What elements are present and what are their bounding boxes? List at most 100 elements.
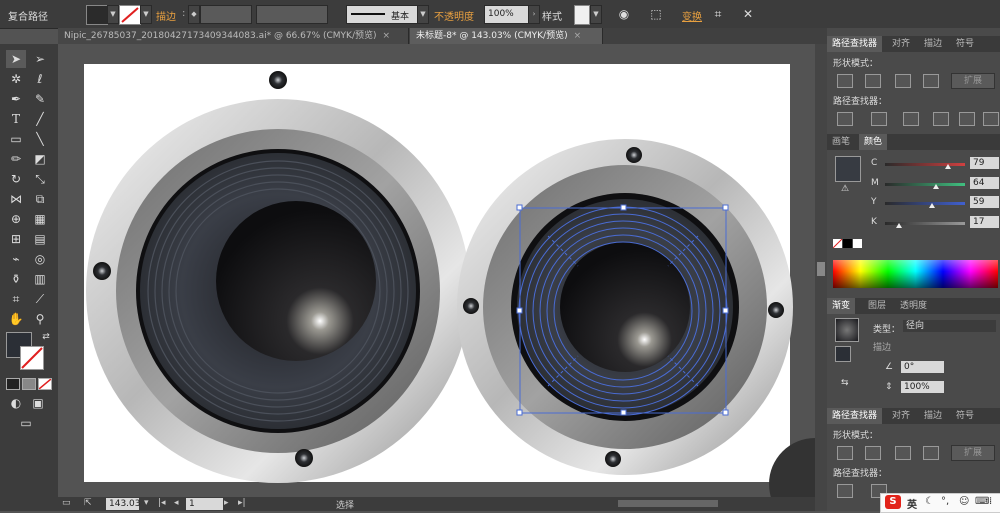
- tab-stroke[interactable]: 描边: [919, 36, 947, 52]
- recolor-icon[interactable]: ◉: [614, 5, 634, 23]
- minus-back-icon[interactable]: [983, 112, 999, 126]
- type-tool-icon[interactable]: T: [6, 110, 26, 128]
- grid-icon[interactable]: ⁞: [989, 496, 992, 507]
- scroll-thumb[interactable]: [817, 262, 825, 276]
- black-swatch[interactable]: [843, 239, 852, 248]
- horizontal-scrollbar[interactable]: [618, 500, 718, 507]
- intersect-icon[interactable]: [895, 74, 911, 88]
- clip-icon[interactable]: ✕: [738, 5, 758, 23]
- stroke-dropdown-arrow[interactable]: ▼: [140, 5, 152, 24]
- speaker-artwork[interactable]: [58, 44, 815, 497]
- tab-layers[interactable]: 图层: [863, 298, 891, 314]
- width-tool-icon[interactable]: ⋈: [6, 190, 26, 208]
- fill-swatch[interactable]: [86, 5, 108, 25]
- tab-document-1[interactable]: Nipic_26785037_20180427173409344083.ai* …: [58, 28, 409, 44]
- brush-style-arrow[interactable]: ▼: [417, 5, 429, 24]
- transform-link[interactable]: 变换: [682, 8, 702, 23]
- first-page-icon[interactable]: |◂: [158, 498, 166, 508]
- gradient-type-dropdown[interactable]: 径向: [903, 320, 996, 332]
- hand-tool-icon[interactable]: ✋: [6, 310, 26, 328]
- tab-pathfinder[interactable]: 路径查找器: [827, 36, 883, 52]
- angle-field[interactable]: 0°: [901, 361, 944, 373]
- ime-language[interactable]: 英: [907, 496, 917, 511]
- tab-gradient[interactable]: 渐变: [827, 298, 856, 314]
- magenta-slider[interactable]: M 64: [871, 177, 999, 190]
- fill-dropdown-arrow[interactable]: ▼: [107, 5, 119, 24]
- artboard-nav-icon[interactable]: ▭: [62, 498, 71, 508]
- magic-wand-tool-icon[interactable]: ✲: [6, 70, 26, 88]
- tab-pathfinder-2[interactable]: 路径查找器: [827, 408, 883, 424]
- scale-tool-icon[interactable]: ⤡: [30, 170, 50, 188]
- blend-tool-icon[interactable]: ◎: [30, 250, 50, 268]
- gradient-tool-icon[interactable]: ▤: [30, 230, 50, 248]
- stroke-color-box[interactable]: [20, 346, 44, 370]
- tab-brushes[interactable]: 画笔: [827, 134, 855, 150]
- color-mode-icon[interactable]: [6, 378, 20, 390]
- opacity-arrow[interactable]: ›: [528, 5, 540, 24]
- large-speaker[interactable]: [86, 71, 470, 483]
- rotate-tool-icon[interactable]: ↻: [6, 170, 26, 188]
- line-tool-icon[interactable]: ╱: [30, 110, 50, 128]
- rectangle-tool-icon[interactable]: ▭: [6, 130, 26, 148]
- small-speaker[interactable]: [457, 139, 793, 475]
- gamut-warning-icon[interactable]: ⚠: [841, 184, 849, 194]
- export-icon[interactable]: ⇱: [84, 498, 92, 508]
- merge-icon[interactable]: [903, 112, 919, 126]
- minus-front-icon[interactable]: [865, 446, 881, 460]
- close-icon[interactable]: ×: [574, 31, 582, 41]
- screen-mode-icon[interactable]: ▣: [28, 394, 48, 412]
- vertical-scrollbar[interactable]: [815, 44, 827, 511]
- eyedropper-tool-icon[interactable]: ⌁: [6, 250, 26, 268]
- last-page-icon[interactable]: ▸|: [238, 498, 246, 508]
- zoom-field[interactable]: 143.03: [106, 498, 141, 510]
- selection-tool-icon[interactable]: ➤: [6, 50, 26, 68]
- tab-align[interactable]: 对齐: [887, 36, 915, 52]
- draw-mode-icon[interactable]: ◐: [6, 394, 26, 412]
- smile-icon[interactable]: ☺: [959, 496, 969, 507]
- crop-icon[interactable]: [933, 112, 949, 126]
- unite-icon[interactable]: [837, 446, 853, 460]
- canvas-area[interactable]: [58, 44, 815, 497]
- change-screen-mode-icon[interactable]: ▭: [16, 414, 36, 432]
- pen-tool-icon[interactable]: ✒: [6, 90, 26, 108]
- symbol-sprayer-tool-icon[interactable]: ⚱: [6, 270, 26, 288]
- reverse-gradient-icon[interactable]: ⇆: [841, 378, 849, 388]
- intersect-icon[interactable]: [895, 446, 911, 460]
- tab-color[interactable]: 颜色: [859, 134, 888, 150]
- pencil-tool-icon[interactable]: ✏: [6, 150, 26, 168]
- graphic-style-swatch[interactable]: [574, 5, 590, 25]
- artboard-tool-icon[interactable]: ⌗: [6, 290, 26, 308]
- tab-symbols-2[interactable]: 符号: [951, 408, 979, 424]
- outline-icon[interactable]: [959, 112, 975, 126]
- stroke-weight-stepper[interactable]: ◆: [188, 5, 200, 24]
- stroke-swatch[interactable]: [119, 5, 141, 25]
- zoom-tool-icon[interactable]: ⚲: [30, 310, 50, 328]
- curvature-tool-icon[interactable]: ✎: [30, 90, 50, 108]
- isolate-icon[interactable]: ⌗: [708, 5, 728, 23]
- brush-style-dropdown[interactable]: 基本: [346, 5, 418, 24]
- aspect-ratio-field[interactable]: 100%: [901, 381, 944, 393]
- minus-front-icon[interactable]: [865, 74, 881, 88]
- none-swatch[interactable]: [832, 238, 843, 249]
- gradient-mode-icon[interactable]: [22, 378, 36, 390]
- zoom-arrow[interactable]: ▾: [144, 498, 149, 508]
- none-mode-icon[interactable]: [38, 378, 52, 390]
- color-spectrum[interactable]: [833, 260, 998, 288]
- tab-stroke-2[interactable]: 描边: [919, 408, 947, 424]
- punctuation-icon[interactable]: °,: [941, 496, 949, 507]
- current-color-swatch[interactable]: [835, 156, 861, 182]
- expand-button-2[interactable]: 扩展: [951, 445, 995, 461]
- opacity-field[interactable]: 100%: [484, 5, 529, 24]
- stroke-label[interactable]: 描边: [156, 8, 176, 23]
- black-slider[interactable]: K 17: [871, 216, 999, 229]
- lasso-tool-icon[interactable]: ℓ: [30, 70, 50, 88]
- live-paint-tool-icon[interactable]: ▦: [30, 210, 50, 228]
- shape-builder-tool-icon[interactable]: ⊕: [6, 210, 26, 228]
- cyan-slider[interactable]: C 79: [871, 157, 999, 170]
- unite-icon[interactable]: [837, 74, 853, 88]
- exclude-icon[interactable]: [923, 74, 939, 88]
- ime-logo[interactable]: S: [885, 495, 901, 509]
- yellow-slider[interactable]: Y 59: [871, 196, 999, 209]
- moon-icon[interactable]: ☾: [925, 496, 934, 507]
- trim-icon[interactable]: [871, 112, 887, 126]
